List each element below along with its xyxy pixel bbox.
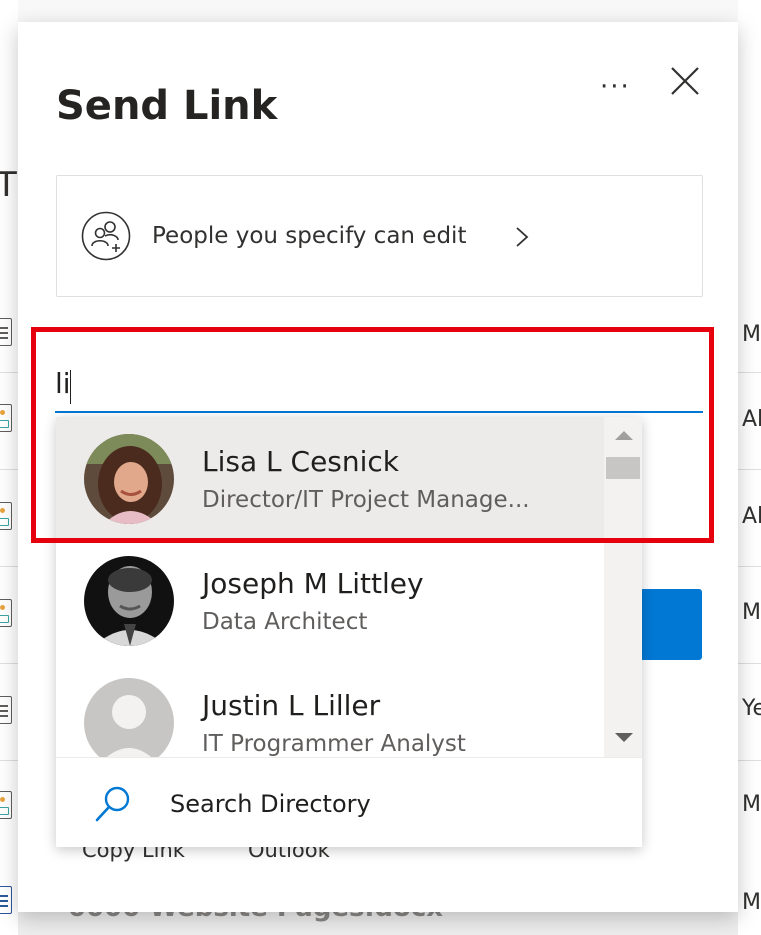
text-caret xyxy=(70,370,71,404)
scroll-up-icon[interactable] xyxy=(615,431,633,440)
suggestion-item[interactable]: Lisa L Cesnick Director/IT Project Manag… xyxy=(56,417,604,539)
suggestion-job-title: Data Architect xyxy=(202,609,368,635)
image-file-icon xyxy=(0,404,12,432)
scrollbar-thumb[interactable] xyxy=(606,457,640,479)
close-icon xyxy=(671,67,699,95)
background-fragment: M xyxy=(742,890,761,915)
row-divider xyxy=(0,760,18,761)
link-settings-button[interactable]: People you specify can edit xyxy=(56,175,703,297)
image-file-icon xyxy=(0,791,12,819)
word-file-icon xyxy=(0,886,12,914)
suggestions-list: Lisa L Cesnick Director/IT Project Manag… xyxy=(56,417,604,757)
suggestion-name: Lisa L Cesnick xyxy=(202,445,400,478)
recipient-input[interactable] xyxy=(55,350,703,413)
avatar xyxy=(84,434,174,524)
row-divider xyxy=(0,566,18,567)
file-icon xyxy=(0,696,12,724)
suggestion-job-title: Director/IT Project Manage... xyxy=(202,487,530,513)
suggestion-job-title: IT Programmer Analyst xyxy=(202,731,466,757)
background-fragment: Ye xyxy=(742,696,761,721)
file-icon xyxy=(0,318,12,346)
search-directory-button[interactable]: Search Directory xyxy=(56,757,642,847)
row-divider xyxy=(0,469,18,470)
row-divider xyxy=(738,372,761,373)
search-icon xyxy=(95,786,130,822)
scroll-down-icon[interactable] xyxy=(615,733,633,742)
suggestion-item[interactable]: Justin L Liller IT Programmer Analyst xyxy=(56,661,604,757)
row-divider xyxy=(0,372,18,373)
close-button[interactable] xyxy=(668,64,702,98)
row-divider xyxy=(738,760,761,761)
row-divider xyxy=(738,566,761,567)
background-fragment: Al xyxy=(742,407,761,432)
row-divider xyxy=(738,469,761,470)
row-divider xyxy=(0,663,18,664)
avatar xyxy=(84,678,174,757)
background-fragment: M xyxy=(742,600,761,625)
background-fragment: M xyxy=(742,792,761,817)
suggestion-name: Justin L Liller xyxy=(202,689,381,722)
people-add-icon xyxy=(81,211,131,261)
background-left-column: T xyxy=(0,0,18,935)
people-suggestions-dropdown: Lisa L Cesnick Director/IT Project Manag… xyxy=(56,417,642,847)
suggestion-name: Joseph M Littley xyxy=(202,567,424,600)
dialog-title: Send Link xyxy=(56,83,278,129)
image-file-icon xyxy=(0,502,12,530)
image-file-icon xyxy=(0,599,12,627)
search-directory-label: Search Directory xyxy=(170,790,371,818)
send-button[interactable] xyxy=(640,589,702,660)
background-fragment: M xyxy=(742,322,761,347)
suggestion-item[interactable]: Joseph M Littley Data Architect xyxy=(56,539,604,661)
background-fragment: T xyxy=(0,165,17,205)
row-divider xyxy=(738,663,761,664)
more-options-button[interactable]: ··· xyxy=(600,72,631,102)
avatar xyxy=(84,556,174,646)
background-fragment: Al xyxy=(742,504,761,529)
chevron-right-icon xyxy=(516,227,529,247)
background-right-column: M Al Al M Ye M M xyxy=(738,0,761,935)
permission-label: People you specify can edit xyxy=(152,223,467,249)
suggestions-scrollbar[interactable] xyxy=(604,417,642,757)
